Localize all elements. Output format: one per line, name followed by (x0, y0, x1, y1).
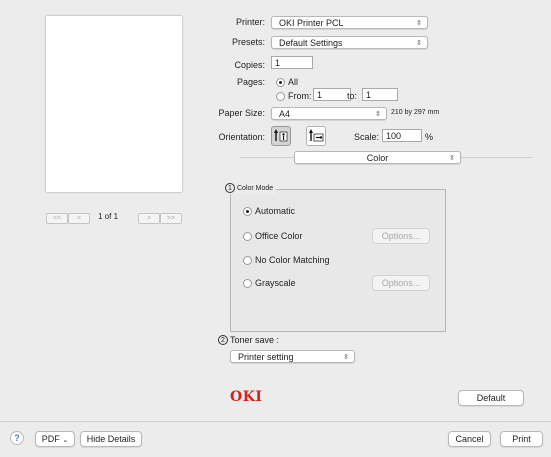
copies-field[interactable]: 1 (271, 56, 313, 69)
copies-label: Copies: (234, 60, 265, 70)
grayscale-label: Grayscale (255, 278, 296, 288)
hide-details-button[interactable]: Hide Details (80, 431, 142, 447)
pages-all-label: All (288, 77, 299, 87)
help-button[interactable]: ? (10, 431, 24, 445)
section-select[interactable]: Color ⇳ (294, 151, 461, 164)
chevron-down-icon: ⌄ (62, 437, 69, 444)
pages-to-label: to: (347, 91, 358, 101)
toner-save-select[interactable]: Printer setting ⇳ (230, 350, 355, 363)
grayscale-radio[interactable] (243, 279, 252, 288)
chevron-updown-icon: ⇳ (343, 354, 349, 361)
bottom-divider (0, 421, 551, 422)
toner-save-value: Printer setting (238, 352, 294, 362)
no-color-matching-radio[interactable] (243, 256, 252, 265)
portrait-orientation-icon (274, 129, 288, 142)
color-mode-marker: 1 (225, 183, 235, 193)
orientation-label: Orientation: (218, 132, 265, 142)
scale-field[interactable]: 100 (382, 129, 422, 142)
default-button[interactable]: Default (458, 390, 524, 406)
scale-unit: % (425, 132, 434, 142)
pdf-menu-button[interactable]: PDF ⌄ (35, 431, 75, 447)
portrait-orientation-button[interactable] (271, 126, 291, 146)
pages-from-field[interactable]: 1 (313, 88, 351, 101)
presets-value: Default Settings (279, 38, 343, 48)
color-mode-legend: 1 Color Mode (222, 182, 277, 194)
previous-page-button[interactable]: < (68, 213, 90, 224)
pages-to-field[interactable]: 1 (362, 88, 398, 101)
oki-logo: OKI (230, 389, 263, 405)
pages-range-radio[interactable] (276, 92, 285, 101)
section-value: Color (366, 153, 389, 163)
pages-label: Pages: (236, 77, 265, 87)
first-page-button[interactable]: << (46, 213, 68, 224)
toner-save-heading: 2 Toner save : (218, 335, 279, 345)
next-page-button[interactable]: > (138, 213, 160, 224)
automatic-label: Automatic (255, 206, 296, 216)
chevron-updown-icon: ⇳ (375, 111, 381, 118)
scale-label: Scale: (354, 132, 380, 142)
chevron-updown-icon: ⇳ (416, 40, 422, 47)
office-color-options-button[interactable]: Options... (372, 228, 430, 244)
toner-save-marker: 2 (218, 335, 228, 345)
printer-label: Printer: (235, 17, 265, 27)
print-button[interactable]: Print (500, 431, 543, 447)
paper-size-select[interactable]: A4 ⇳ (271, 107, 387, 120)
pages-all-radio[interactable] (276, 78, 285, 87)
presets-label: Presets: (231, 37, 265, 47)
automatic-radio[interactable] (243, 207, 252, 216)
grayscale-options-button[interactable]: Options... (372, 275, 430, 291)
last-page-button[interactable]: >> (160, 213, 182, 224)
pdf-label: PDF (41, 434, 60, 444)
paper-size-label: Paper Size: (218, 108, 265, 118)
page-indicator: 1 of 1 (98, 212, 119, 221)
printer-select[interactable]: OKI Printer PCL ⇳ (271, 16, 428, 29)
cancel-button[interactable]: Cancel (448, 431, 491, 447)
office-color-label: Office Color (255, 231, 303, 241)
chevron-updown-icon: ⇳ (416, 20, 422, 27)
landscape-orientation-icon (309, 129, 324, 142)
paper-dimensions: 210 by 297 mm (391, 109, 440, 116)
paper-size-value: A4 (279, 109, 291, 119)
no-color-matching-label: No Color Matching (255, 255, 330, 265)
pages-from-label: From: (288, 91, 312, 101)
office-color-radio[interactable] (243, 232, 252, 241)
print-preview (46, 16, 182, 192)
printer-value: OKI Printer PCL (279, 18, 344, 28)
presets-select[interactable]: Default Settings ⇳ (271, 36, 428, 49)
color-mode-title: Color Mode (237, 184, 274, 192)
chevron-updown-icon: ⇳ (449, 155, 455, 162)
landscape-orientation-button[interactable] (306, 126, 326, 146)
toner-save-label: Toner save : (230, 335, 280, 345)
